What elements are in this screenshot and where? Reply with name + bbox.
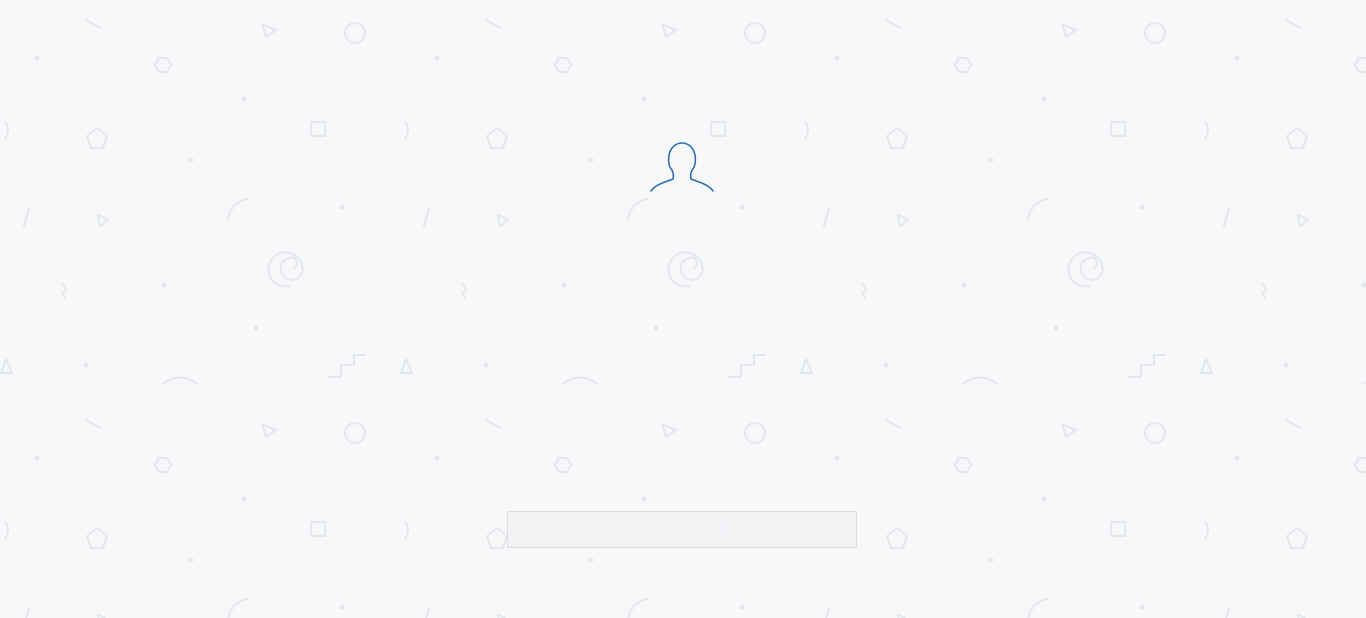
user-avatar-icon <box>650 142 714 192</box>
password-input[interactable] <box>507 511 857 548</box>
